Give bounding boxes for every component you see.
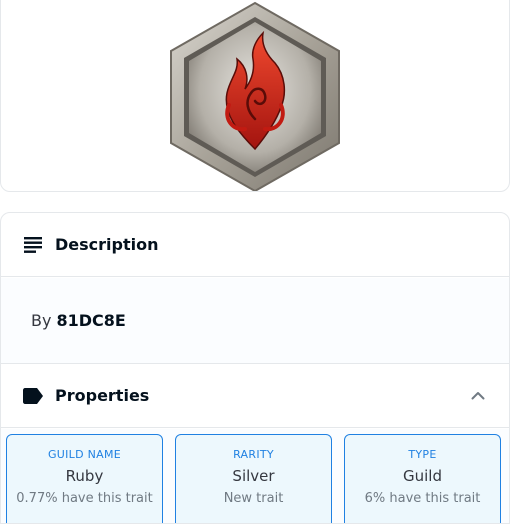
trait-rarity: 0.77% have this trait (16, 491, 153, 506)
description-header: Description (1, 213, 509, 277)
trait-card-type[interactable]: TYPE Guild 6% have this trait (344, 434, 501, 523)
trait-card-rarity[interactable]: RARITY Silver New trait (175, 434, 332, 523)
trait-value: Silver (232, 467, 275, 485)
fire-emblem-icon (170, 1, 340, 191)
chevron-up-icon[interactable] (469, 387, 487, 405)
description-body: By 81DC8E (1, 278, 509, 364)
subject-lines-icon (23, 235, 43, 255)
nft-image-card[interactable] (0, 0, 510, 192)
trait-rarity: New trait (223, 491, 284, 506)
description-title: Description (55, 235, 159, 254)
properties-header[interactable]: Properties (1, 364, 509, 428)
trait-type: GUILD NAME (47, 448, 122, 461)
properties-list: GUILD NAME Ruby 0.77% have this trait RA… (1, 429, 509, 523)
by-label: By (31, 311, 52, 330)
creator-link[interactable]: 81DC8E (56, 311, 125, 330)
trait-type: RARITY (233, 448, 274, 461)
trait-value: Ruby (65, 467, 104, 485)
trait-card-guild-name[interactable]: GUILD NAME Ruby 0.77% have this trait (6, 434, 163, 523)
trait-rarity: 6% have this trait (364, 491, 481, 506)
trait-type: TYPE (408, 448, 437, 461)
label-tag-icon (23, 386, 43, 406)
details-panel: Description By 81DC8E Properties GUILD N… (0, 212, 510, 524)
properties-title: Properties (55, 386, 150, 405)
trait-value: Guild (403, 467, 442, 485)
